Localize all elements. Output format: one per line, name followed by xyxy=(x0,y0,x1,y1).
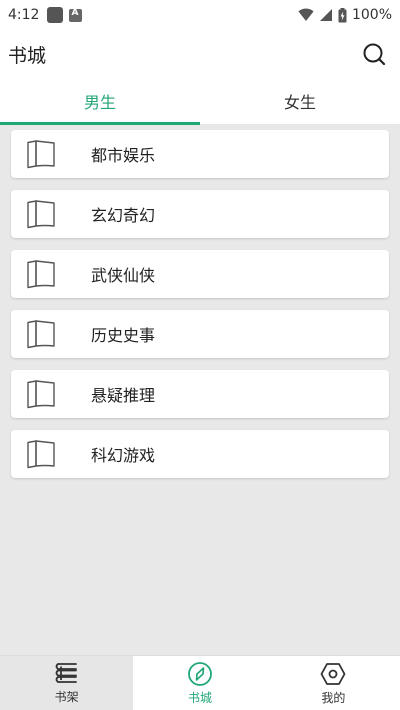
nav-bookshelf[interactable]: 书架 xyxy=(0,656,134,710)
battery-percent: 100% xyxy=(351,7,392,23)
app-bar: 书城 xyxy=(0,30,400,78)
search-button[interactable] xyxy=(356,36,392,72)
category-item-wuxia[interactable]: 武侠仙侠 xyxy=(11,250,389,298)
category-label: 历史史事 xyxy=(91,326,156,345)
gender-tabs: 男生 女生 xyxy=(0,78,400,125)
category-label: 玄幻奇幻 xyxy=(91,206,156,225)
nav-bookstore-label: 书城 xyxy=(187,690,212,705)
page-title: 书城 xyxy=(8,44,47,67)
nav-profile-label: 我的 xyxy=(321,690,346,705)
status-bar: 4:12 100% xyxy=(0,0,400,30)
notification-app-icon xyxy=(47,7,64,23)
battery-charging-icon xyxy=(338,7,347,22)
nav-profile[interactable]: 我的 xyxy=(267,656,400,710)
category-item-scifi[interactable]: 科幻游戏 xyxy=(11,430,389,478)
compass-icon xyxy=(188,661,212,686)
category-item-history[interactable]: 历史史事 xyxy=(11,310,389,358)
nav-bookshelf-label: 书架 xyxy=(54,689,79,704)
status-time: 4:12 xyxy=(8,7,40,23)
bookshelf-icon xyxy=(55,662,77,683)
notification-a-icon xyxy=(69,8,83,22)
wifi-icon xyxy=(298,8,314,21)
book-icon xyxy=(27,440,55,469)
profile-hexagon-icon xyxy=(320,662,346,685)
category-label: 科幻游戏 xyxy=(91,446,156,465)
category-item-fantasy[interactable]: 玄幻奇幻 xyxy=(11,190,389,238)
book-icon xyxy=(27,200,55,229)
category-item-mystery[interactable]: 悬疑推理 xyxy=(11,370,389,418)
book-icon xyxy=(27,260,55,289)
bottom-nav: 书架 书城 我的 xyxy=(0,655,400,710)
book-icon xyxy=(27,140,55,169)
tab-male[interactable]: 男生 xyxy=(0,78,200,125)
book-icon xyxy=(27,380,55,409)
search-icon xyxy=(363,43,386,66)
category-label: 武侠仙侠 xyxy=(91,266,156,285)
category-list: 都市娱乐 玄幻奇幻 武侠仙侠 历史史事 悬疑推理 科幻游戏 xyxy=(0,125,400,655)
status-right-group: 100% xyxy=(298,7,392,23)
category-label: 都市娱乐 xyxy=(91,146,156,165)
book-icon xyxy=(27,320,55,349)
category-item-urban[interactable]: 都市娱乐 xyxy=(11,130,389,178)
nav-bookstore[interactable]: 书城 xyxy=(133,656,266,710)
signal-icon xyxy=(319,9,332,21)
tab-female[interactable]: 女生 xyxy=(200,78,400,124)
category-label: 悬疑推理 xyxy=(91,386,156,405)
